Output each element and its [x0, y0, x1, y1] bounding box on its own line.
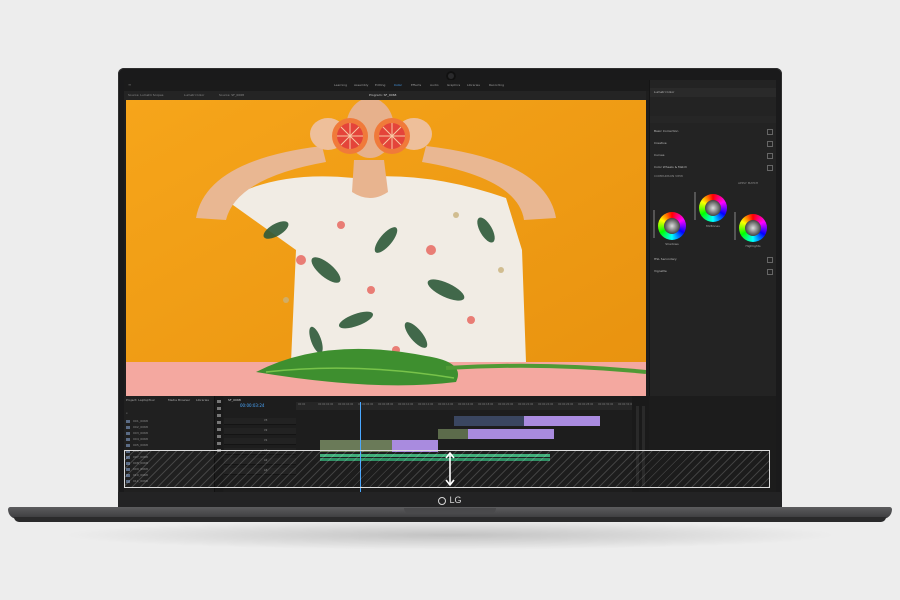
- midtones-label: Midtones: [706, 224, 720, 228]
- workspace-tab[interactable]: Effects: [411, 82, 421, 89]
- section-toggle[interactable]: [767, 269, 773, 275]
- program-tab[interactable]: Program: SF_0068: [369, 92, 396, 99]
- highlights-wheel[interactable]: [739, 214, 767, 242]
- hinge-notch: [404, 508, 496, 514]
- track-select-tool-icon[interactable]: [217, 407, 221, 410]
- ruler-tick: 00:00:26:00: [558, 403, 574, 406]
- video-clip-thumb[interactable]: [454, 416, 524, 426]
- section-vignette[interactable]: Vignette: [654, 268, 667, 274]
- ruler-tick: 00:00:28:00: [578, 403, 594, 406]
- ruler-tick: 00:00:32:00: [618, 403, 634, 406]
- ruler-tick: 00:00:18:00: [478, 403, 494, 406]
- section-color-wheels[interactable]: Color Wheels & Match: [654, 164, 687, 170]
- workspace-tab[interactable]: Graphics: [447, 82, 460, 89]
- ruler-tick: 00:00:10:00: [398, 403, 414, 406]
- clip-icon: [126, 425, 130, 429]
- section-hsl-secondary[interactable]: HSL Secondary: [654, 256, 677, 262]
- ruler-tick: 00:00:12:00: [418, 403, 434, 406]
- video-clip-thumb[interactable]: [438, 429, 468, 439]
- hand-tool-icon[interactable]: [217, 442, 221, 445]
- ruler-tick: 00:00:08:00: [378, 403, 394, 406]
- source-tab[interactable]: Lumetri Color: [184, 92, 204, 99]
- ruler-tick: 00:00:24:00: [538, 403, 554, 406]
- ruler-tick: 00:00:04:00: [338, 403, 354, 406]
- razor-tool-icon[interactable]: [217, 421, 221, 424]
- screen: ≡ Learning Assembly Editing Color Effect…: [124, 80, 776, 492]
- section-toggle[interactable]: [767, 165, 773, 171]
- video-clip[interactable]: [468, 429, 554, 439]
- section-curves[interactable]: Curves: [654, 152, 664, 158]
- shadows-wheel[interactable]: [658, 212, 686, 240]
- highlights-slider[interactable]: [734, 212, 736, 240]
- project-tab[interactable]: Project: LaptopTour: [126, 398, 155, 402]
- ruler-tick: 00:00:16:00: [458, 403, 474, 406]
- track-header-v3[interactable]: V3: [224, 418, 296, 425]
- track-header-v1[interactable]: V1: [224, 438, 296, 445]
- project-search[interactable]: ⌕: [126, 410, 212, 416]
- ruler-tick: 00:00:20:00: [498, 403, 514, 406]
- clip-icon: [126, 431, 130, 435]
- lg-logo-icon: [438, 496, 447, 505]
- selection-tool-icon[interactable]: [217, 400, 221, 403]
- section-toggle[interactable]: [767, 129, 773, 135]
- shadows-slider[interactable]: [653, 210, 655, 238]
- comparison-view-button[interactable]: COMPARISON VIEW: [654, 173, 683, 179]
- midtones-slider[interactable]: [694, 192, 696, 220]
- ruler-tick: 00:00:14:00: [438, 403, 454, 406]
- ruler-tick: 00:00: [298, 403, 306, 406]
- midtones-wheel[interactable]: [699, 194, 727, 222]
- panel-tabs: Source: Lumetri Scopes Lumetri Color Sou…: [124, 91, 646, 100]
- source-tab[interactable]: Source: Lumetri Scopes: [128, 92, 163, 99]
- ruler-tick: 00:00:02:00: [318, 403, 334, 406]
- section-toggle[interactable]: [767, 141, 773, 147]
- shadows-label: Shadows: [665, 242, 679, 246]
- video-frame: [126, 100, 646, 396]
- video-clip[interactable]: [524, 416, 600, 426]
- timecode[interactable]: 00:00:03:24: [240, 403, 264, 408]
- source-tab[interactable]: Source: SF_0068: [219, 92, 244, 99]
- apply-match-button[interactable]: APPLY MATCH: [738, 180, 758, 186]
- ruler-tick: 00:00:30:00: [598, 403, 614, 406]
- clip-icon: [126, 437, 130, 441]
- section-toggle[interactable]: [767, 257, 773, 263]
- media-browser-tab[interactable]: Media Browser: [168, 398, 190, 402]
- section-toggle[interactable]: [767, 153, 773, 159]
- libraries-tab[interactable]: Libraries: [196, 398, 209, 402]
- section-basic-correction[interactable]: Basic Correction: [654, 128, 678, 134]
- workspace-tab[interactable]: Assembly: [354, 82, 368, 89]
- workspace-tab-active[interactable]: Color: [394, 82, 402, 89]
- workspace-tab[interactable]: Libraries: [467, 82, 480, 89]
- ripple-tool-icon[interactable]: [217, 414, 221, 417]
- time-ruler[interactable]: 00:00 00:00:02:00 00:00:04:00 00:00:06:0…: [296, 402, 634, 410]
- lumetri-header: Lumetri Color: [650, 88, 776, 97]
- menu-icon[interactable]: ≡: [128, 82, 132, 88]
- slip-tool-icon[interactable]: [217, 428, 221, 431]
- vertical-resize-arrow-icon: [445, 451, 455, 487]
- highlights-label: Highlights: [745, 244, 761, 248]
- clip-icon: [126, 419, 130, 423]
- laptop-shadow: [60, 520, 840, 550]
- program-monitor[interactable]: [126, 100, 646, 396]
- workspace-tab[interactable]: Editing: [375, 82, 385, 89]
- lumetri-title: Lumetri Color: [654, 90, 675, 94]
- workspace-tab[interactable]: Recording: [489, 82, 504, 89]
- brand-logo: LG: [0, 494, 900, 506]
- workspace-tab[interactable]: Audio: [430, 82, 439, 89]
- ruler-tick: 00:00:22:00: [518, 403, 534, 406]
- sequence-tab[interactable]: SF_0068: [228, 398, 241, 402]
- section-creative[interactable]: Creative: [654, 140, 667, 146]
- pen-tool-icon[interactable]: [217, 435, 221, 438]
- laptop-base-edge: [14, 517, 886, 522]
- workspace-tab[interactable]: Learning: [334, 82, 347, 89]
- clip-icon: [126, 443, 130, 447]
- track-header-v2[interactable]: V2: [224, 428, 296, 435]
- clip-selector[interactable]: [650, 116, 776, 123]
